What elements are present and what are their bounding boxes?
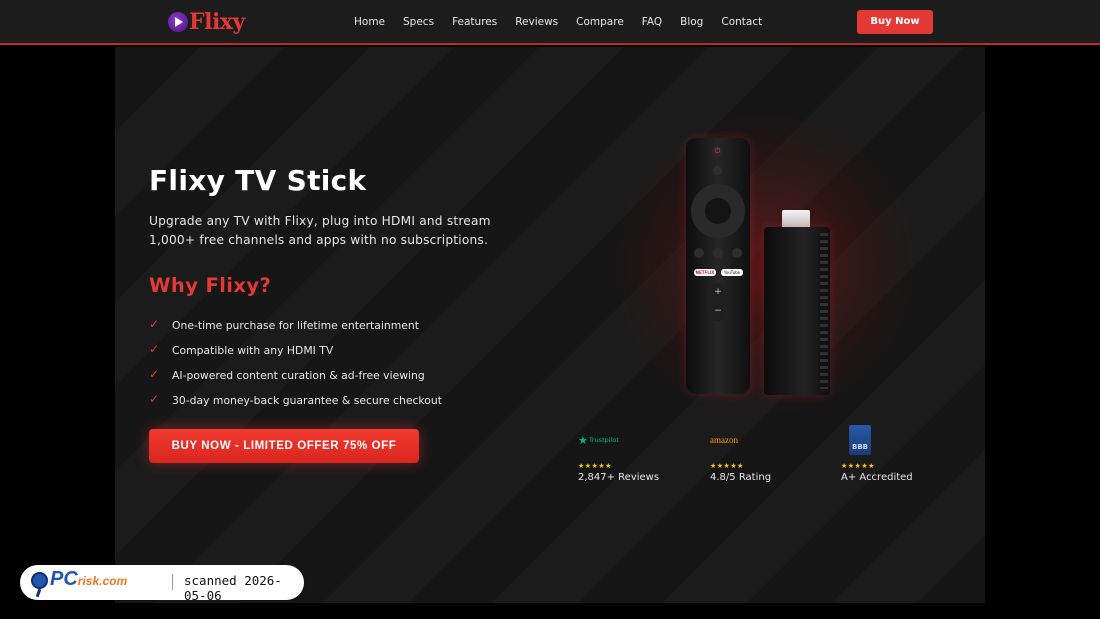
youtube-button: YouTube bbox=[721, 269, 743, 276]
home-icon bbox=[694, 248, 704, 258]
nav-links: Home Specs Features Reviews Compare FAQ … bbox=[354, 14, 780, 30]
rating-stars: ★★★★★ bbox=[578, 462, 612, 470]
list-item: ✓ AI-powered content curation & ad-free v… bbox=[149, 363, 442, 388]
checkmark-icon: ✓ bbox=[149, 317, 160, 331]
why-heading: Why Flixy? bbox=[149, 274, 272, 297]
brand-logo-text: Flixy bbox=[189, 9, 245, 35]
nav-link-features[interactable]: Features bbox=[452, 14, 497, 30]
pcrisk-logo: PCrisk.com bbox=[50, 568, 127, 591]
badge-text: A+ Accredited bbox=[841, 472, 913, 483]
assistant-icon bbox=[713, 248, 723, 258]
badge-text: 4.8/5 Rating bbox=[710, 472, 772, 483]
bbb-logo: BBB bbox=[841, 425, 951, 455]
rating-stars: ★★★★★ bbox=[710, 462, 744, 470]
volume-rocker: + − bbox=[711, 283, 725, 321]
divider bbox=[172, 574, 173, 590]
nav-link-compare[interactable]: Compare bbox=[576, 14, 624, 30]
trustpilot-wordmark: Trustpilot bbox=[588, 436, 619, 444]
nav-link-blog[interactable]: Blog bbox=[680, 14, 703, 30]
magnifier-icon bbox=[31, 572, 48, 589]
rating-stars: ★★★★★ bbox=[841, 462, 875, 470]
checkmark-icon: ✓ bbox=[149, 367, 160, 381]
checkmark-icon: ✓ bbox=[149, 342, 160, 356]
play-icon bbox=[168, 12, 188, 32]
badge-amazon: amazon ★★★★★ 4.8/5 Rating bbox=[710, 425, 820, 483]
pcrisk-logo-domain: risk.com bbox=[77, 574, 128, 588]
feature-list: ✓ One-time purchase for lifetime entertai… bbox=[149, 313, 442, 413]
hero-title: Flixy TV Stick bbox=[149, 164, 367, 197]
nav-buy-now-button[interactable]: Buy Now bbox=[857, 10, 933, 34]
nav-link-contact[interactable]: Contact bbox=[721, 14, 762, 30]
badge-bbb: BBB ★★★★★ A+ Accredited bbox=[841, 425, 951, 483]
list-item: ✓ Compatible with any HDMI TV bbox=[149, 338, 442, 363]
checkmark-icon: ✓ bbox=[149, 392, 160, 406]
amazon-logo: amazon bbox=[710, 425, 820, 455]
remote-control-image: ⏻ NETFLIX YouTube + − bbox=[686, 138, 750, 394]
nav-link-reviews[interactable]: Reviews bbox=[515, 14, 558, 30]
back-icon bbox=[732, 248, 742, 258]
top-navbar: Flixy Home Specs Features Reviews Compar… bbox=[0, 0, 1100, 45]
trustpilot-star-icon: ★ bbox=[578, 433, 588, 447]
volume-down-label: − bbox=[714, 306, 722, 316]
feature-text: One-time purchase for lifetime entertain… bbox=[172, 319, 419, 332]
list-item: ✓ One-time purchase for lifetime entertai… bbox=[149, 313, 442, 338]
buy-now-cta-button[interactable]: BUY NOW - LIMITED OFFER 75% OFF bbox=[149, 429, 419, 463]
badge-text: 2,847+ Reviews bbox=[578, 472, 660, 483]
hero-subtitle: Upgrade any TV with Flixy, plug into HDM… bbox=[149, 214, 491, 247]
pcrisk-logo-main: PC bbox=[50, 568, 78, 590]
brand-logo[interactable]: Flixy bbox=[168, 8, 245, 36]
mic-icon bbox=[713, 166, 722, 175]
netflix-button: NETFLIX bbox=[694, 269, 716, 276]
power-icon: ⏻ bbox=[712, 146, 723, 157]
ok-button bbox=[705, 198, 731, 224]
amazon-wordmark: amazon bbox=[710, 435, 738, 445]
nav-link-specs[interactable]: Specs bbox=[403, 14, 434, 30]
bbb-icon: BBB bbox=[849, 425, 871, 455]
nav-link-home[interactable]: Home bbox=[354, 14, 385, 30]
trustpilot-logo: ★ Trustpilot bbox=[578, 425, 688, 455]
feature-text: 30-day money-back guarantee & secure che… bbox=[172, 394, 442, 407]
feature-text: AI-powered content curation & ad-free vi… bbox=[172, 369, 425, 382]
nav-link-faq[interactable]: FAQ bbox=[642, 14, 662, 30]
volume-up-label: + bbox=[714, 287, 722, 297]
scan-date: scanned 2026-05-06 bbox=[184, 573, 282, 603]
badge-trustpilot: ★ Trustpilot ★★★★★ 2,847+ Reviews bbox=[578, 425, 688, 484]
list-item: ✓ 30-day money-back guarantee & secure ch… bbox=[149, 388, 442, 413]
tv-stick-image bbox=[764, 227, 830, 395]
pcrisk-watermark: PCrisk.com scanned 2026-05-06 bbox=[20, 565, 304, 603]
feature-text: Compatible with any HDMI TV bbox=[172, 344, 334, 357]
